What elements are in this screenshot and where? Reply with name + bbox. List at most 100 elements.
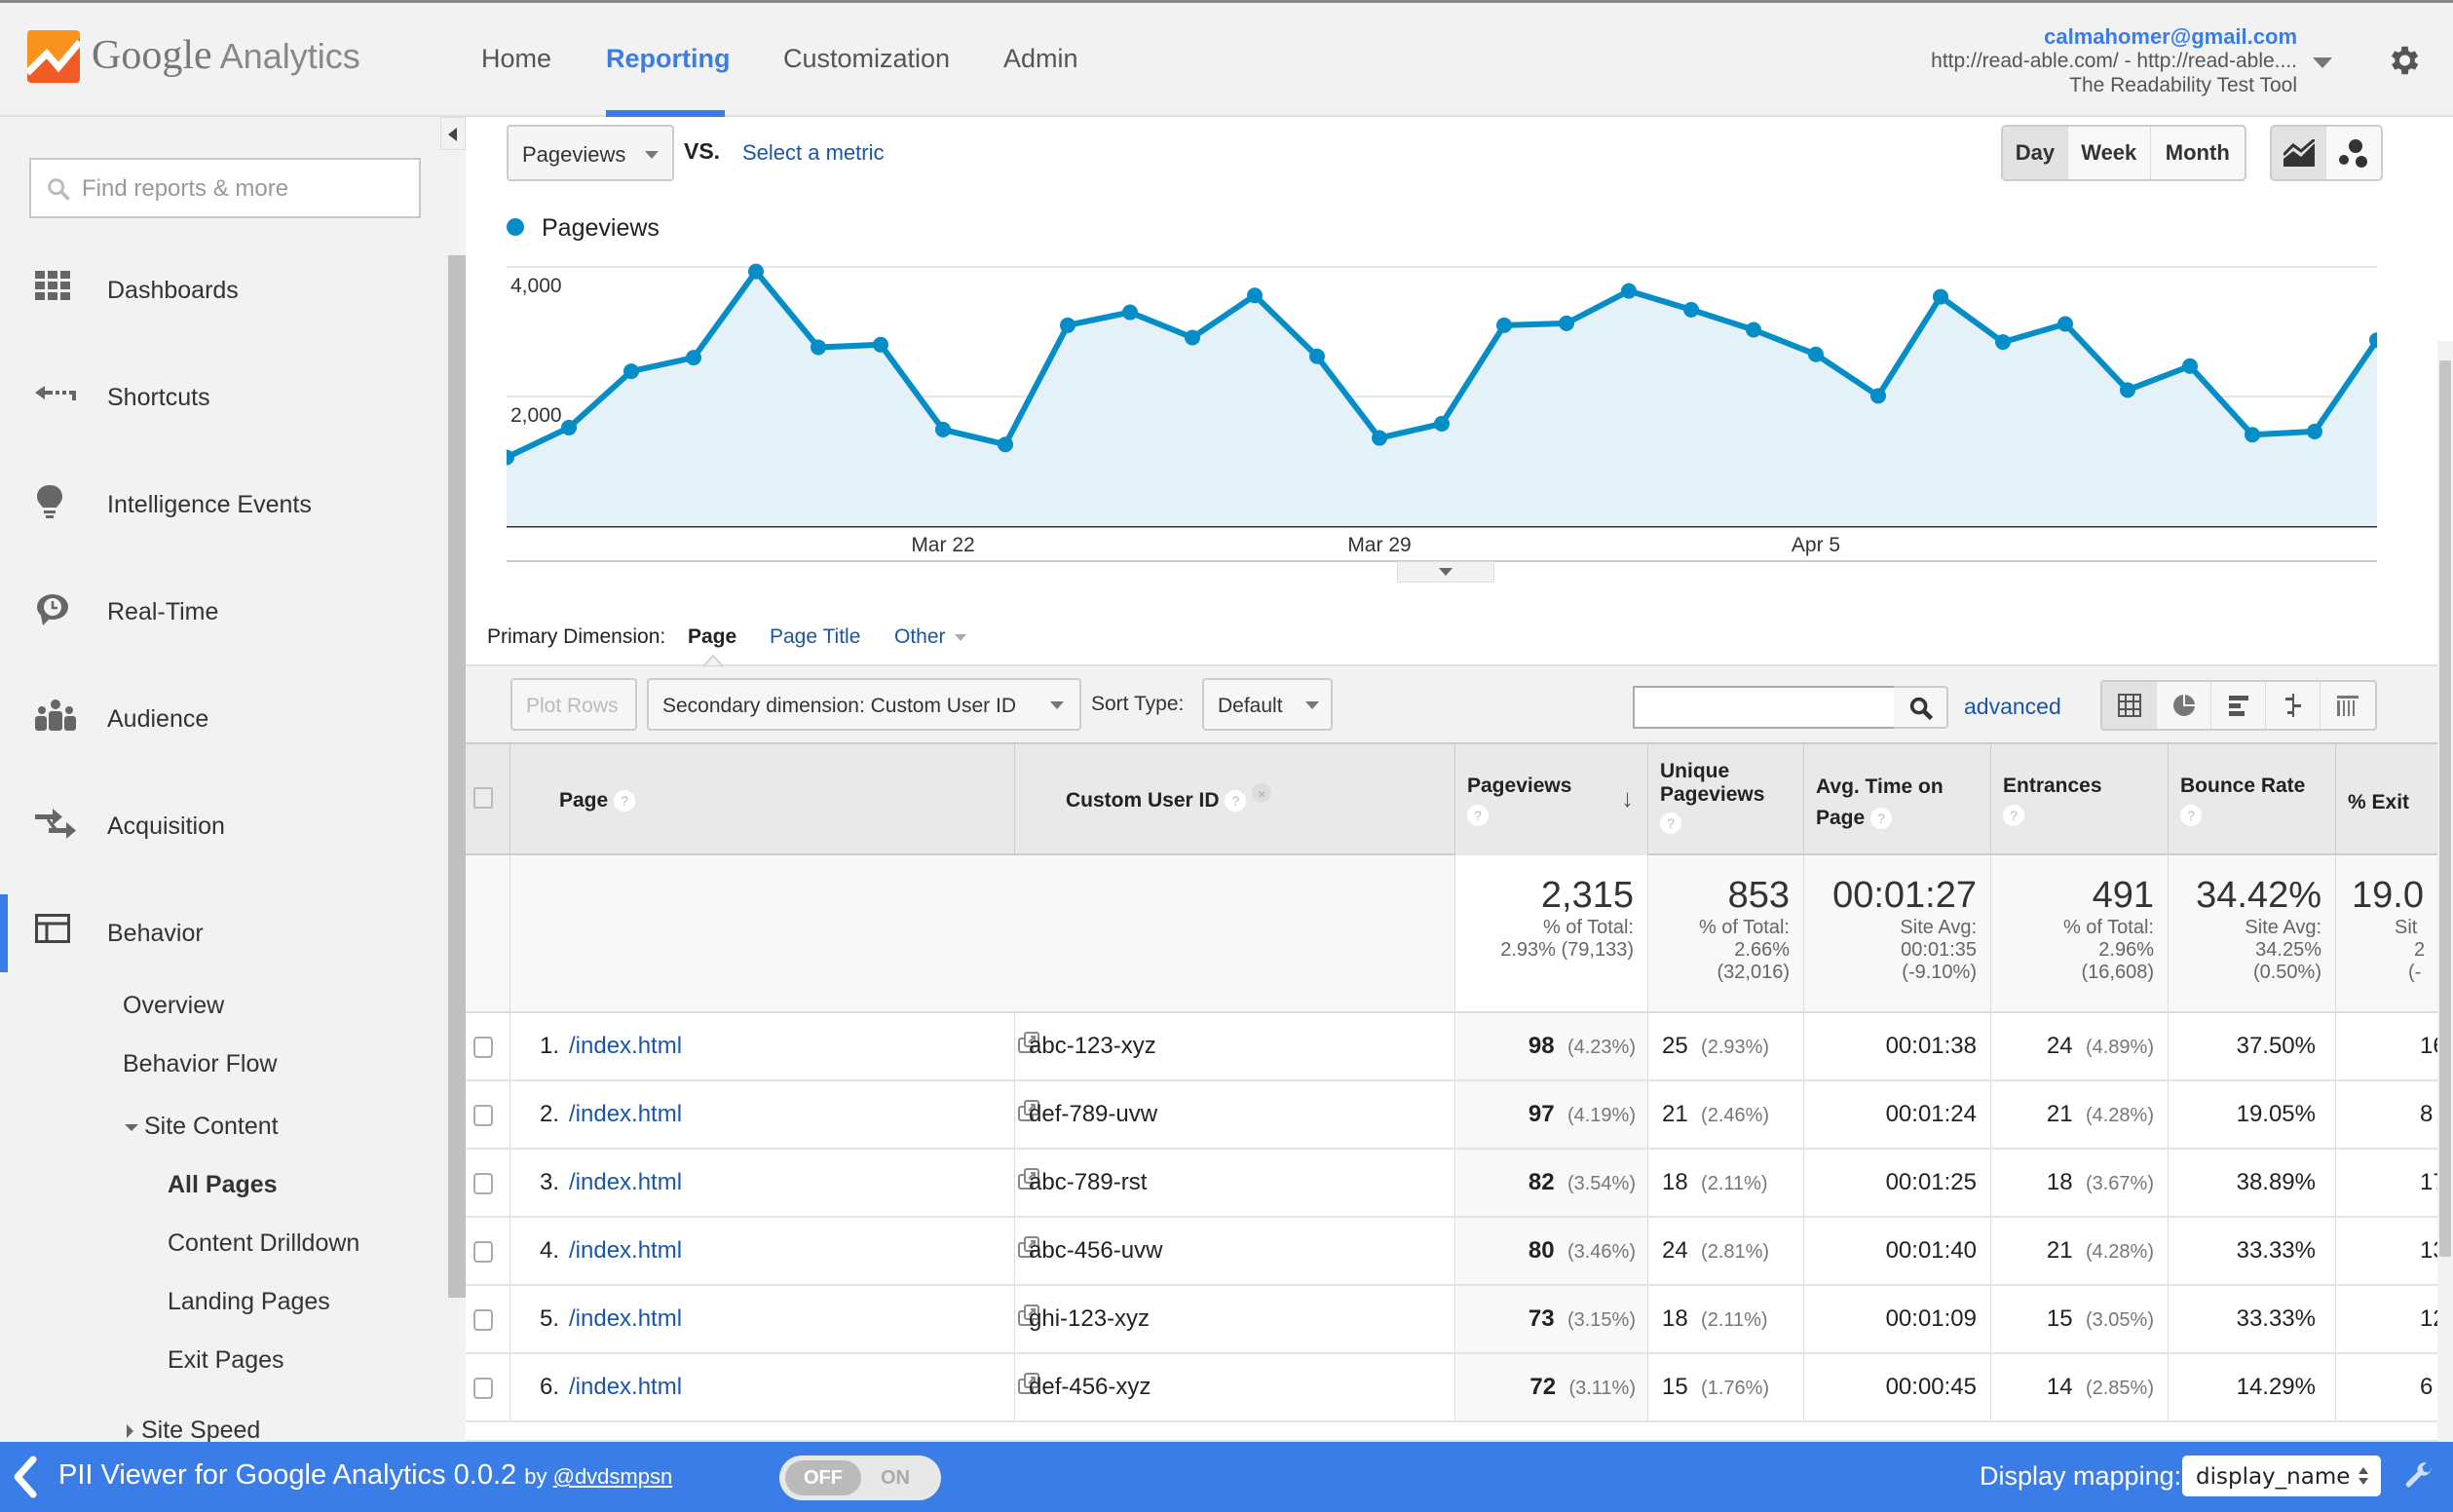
sidebar-sub-behavior-flow[interactable]: Behavior Flow <box>123 1050 277 1078</box>
primary-dimension-other[interactable]: Other <box>894 625 967 649</box>
chart-point[interactable] <box>1621 283 1637 299</box>
account-selector[interactable]: calmahomer@gmail.com http://read-able.co… <box>1931 24 2297 97</box>
page-link[interactable]: /index.html <box>569 1169 682 1196</box>
col-entrances[interactable]: Entrances? <box>1991 744 2169 855</box>
row-checkbox[interactable] <box>473 1105 493 1126</box>
sidebar-scrollbar-thumb[interactable] <box>448 255 466 1298</box>
sidebar-item-real-time[interactable]: Real-Time <box>0 573 448 651</box>
help-icon[interactable]: ? <box>1660 813 1681 834</box>
interval-week-button[interactable]: Week <box>2068 127 2151 179</box>
chart-point[interactable] <box>623 363 639 380</box>
line-chart-button[interactable] <box>2272 127 2327 179</box>
remove-dimension-icon[interactable]: × <box>1252 783 1272 804</box>
col-avg-time[interactable]: Avg. Time on Page ? <box>1804 744 1991 855</box>
collapse-chart-button[interactable] <box>1397 561 1494 583</box>
nav-reporting[interactable]: Reporting <box>606 44 731 74</box>
col-page[interactable]: Page ? <box>510 744 1015 855</box>
page-link[interactable]: /index.html <box>569 1374 682 1401</box>
secondary-dimension-select[interactable]: Secondary dimension: Custom User ID <box>647 678 1081 731</box>
interval-day-button[interactable]: Day <box>2003 127 2068 179</box>
pageviews-chart[interactable]: 2,000 4,000 Mar 22 Mar 29 Apr 5 <box>507 253 2377 565</box>
row-checkbox[interactable] <box>473 1241 493 1263</box>
nav-home[interactable]: Home <box>481 44 551 74</box>
sidebar-item-intelligence-events[interactable]: Intelligence Events <box>0 466 448 544</box>
col-unique-pageviews[interactable]: Unique Pageviews? <box>1648 744 1804 855</box>
sidebar-sub-exit-pages[interactable]: Exit Pages <box>168 1346 284 1375</box>
table-view-button[interactable] <box>2102 682 2157 729</box>
chart-point[interactable] <box>1870 388 1886 404</box>
help-icon[interactable]: ? <box>1467 805 1489 827</box>
help-icon[interactable]: ? <box>2180 805 2202 827</box>
col-bounce-rate[interactable]: Bounce Rate? <box>2169 744 2336 855</box>
chart-point[interactable] <box>1559 315 1574 331</box>
help-icon[interactable]: ? <box>1870 808 1893 830</box>
sidebar-sub-landing-pages[interactable]: Landing Pages <box>168 1288 330 1316</box>
sidebar-sub-site-speed[interactable]: Site Speed <box>127 1417 260 1445</box>
bar-view-button[interactable] <box>2211 682 2266 729</box>
chart-point[interactable] <box>1247 287 1263 304</box>
sidebar-item-audience[interactable]: Audience <box>0 680 448 758</box>
pivot-view-button[interactable] <box>2321 682 2375 729</box>
table-search-button[interactable] <box>1894 686 1948 729</box>
primary-dimension-page-title[interactable]: Page Title <box>770 625 860 649</box>
chart-point[interactable] <box>1309 348 1325 364</box>
chart-point[interactable] <box>2182 358 2198 374</box>
chart-point[interactable] <box>1995 334 2011 351</box>
table-search-input[interactable] <box>1633 686 1896 729</box>
chart-point[interactable] <box>1933 288 1948 305</box>
page-link[interactable]: /index.html <box>569 1033 682 1060</box>
author-link[interactable]: @dvdsmpsn <box>553 1464 673 1489</box>
sidebar-item-dashboards[interactable]: Dashboards <box>0 251 448 329</box>
pie-view-button[interactable] <box>2157 682 2211 729</box>
chart-point[interactable] <box>873 336 888 353</box>
chevron-left-icon[interactable] <box>10 1455 39 1498</box>
row-checkbox[interactable] <box>473 1037 493 1058</box>
find-reports-input[interactable]: Find reports & more <box>29 158 421 218</box>
sidebar-sub-content-drilldown[interactable]: Content Drilldown <box>168 1229 359 1258</box>
main-scrollbar-thumb[interactable] <box>2439 360 2451 1257</box>
plot-rows-button[interactable]: Plot Rows <box>510 678 637 731</box>
row-checkbox[interactable] <box>473 1309 493 1331</box>
chart-point[interactable] <box>1060 317 1076 333</box>
chart-point[interactable] <box>748 263 764 280</box>
advanced-filter-link[interactable]: advanced <box>1964 694 2061 720</box>
chart-point[interactable] <box>935 421 951 437</box>
chart-point[interactable] <box>561 419 577 435</box>
ga-logo-icon[interactable] <box>27 30 80 83</box>
col-exit[interactable]: % Exit <box>2336 744 2437 855</box>
chart-point[interactable] <box>1185 329 1200 346</box>
select-all-checkbox[interactable] <box>473 787 493 809</box>
chart-point[interactable] <box>1496 317 1512 333</box>
help-icon[interactable]: ? <box>1225 790 1247 813</box>
chart-point[interactable] <box>2307 423 2322 439</box>
page-link[interactable]: /index.html <box>569 1237 682 1265</box>
row-checkbox[interactable] <box>473 1378 493 1399</box>
sidebar-item-behavior[interactable]: Behavior <box>0 894 448 972</box>
chart-point[interactable] <box>2245 427 2260 443</box>
select-metric-link[interactable]: Select a metric <box>742 140 885 166</box>
chart-point[interactable] <box>686 350 701 366</box>
interval-month-button[interactable]: Month <box>2151 127 2245 179</box>
comparison-view-button[interactable] <box>2266 682 2321 729</box>
chart-point[interactable] <box>2120 382 2135 398</box>
display-mapping-select[interactable]: display_name <box>2182 1455 2381 1496</box>
page-link[interactable]: /index.html <box>569 1101 682 1128</box>
col-pageviews[interactable]: Pageviews? ↓ <box>1455 744 1648 855</box>
row-checkbox[interactable] <box>473 1173 493 1194</box>
chart-point[interactable] <box>1746 321 1761 338</box>
sidebar-item-shortcuts[interactable]: Shortcuts <box>0 359 448 436</box>
nav-admin[interactable]: Admin <box>1003 44 1078 74</box>
motion-chart-button[interactable] <box>2326 127 2381 179</box>
help-icon[interactable]: ? <box>2003 805 2024 827</box>
primary-dimension-page[interactable]: Page <box>688 625 736 649</box>
chart-point[interactable] <box>998 436 1013 453</box>
sidebar-sub-overview[interactable]: Overview <box>123 992 224 1020</box>
chart-point[interactable] <box>1434 415 1450 432</box>
chart-point[interactable] <box>1122 304 1138 321</box>
collapse-sidebar-button[interactable] <box>440 117 466 150</box>
metric-select[interactable]: Pageviews <box>507 125 674 181</box>
chart-point[interactable] <box>2057 316 2073 332</box>
sidebar-sub-site-content[interactable]: Site Content <box>125 1113 279 1141</box>
sort-type-select[interactable]: Default <box>1202 678 1333 731</box>
help-icon[interactable]: ? <box>614 790 636 813</box>
